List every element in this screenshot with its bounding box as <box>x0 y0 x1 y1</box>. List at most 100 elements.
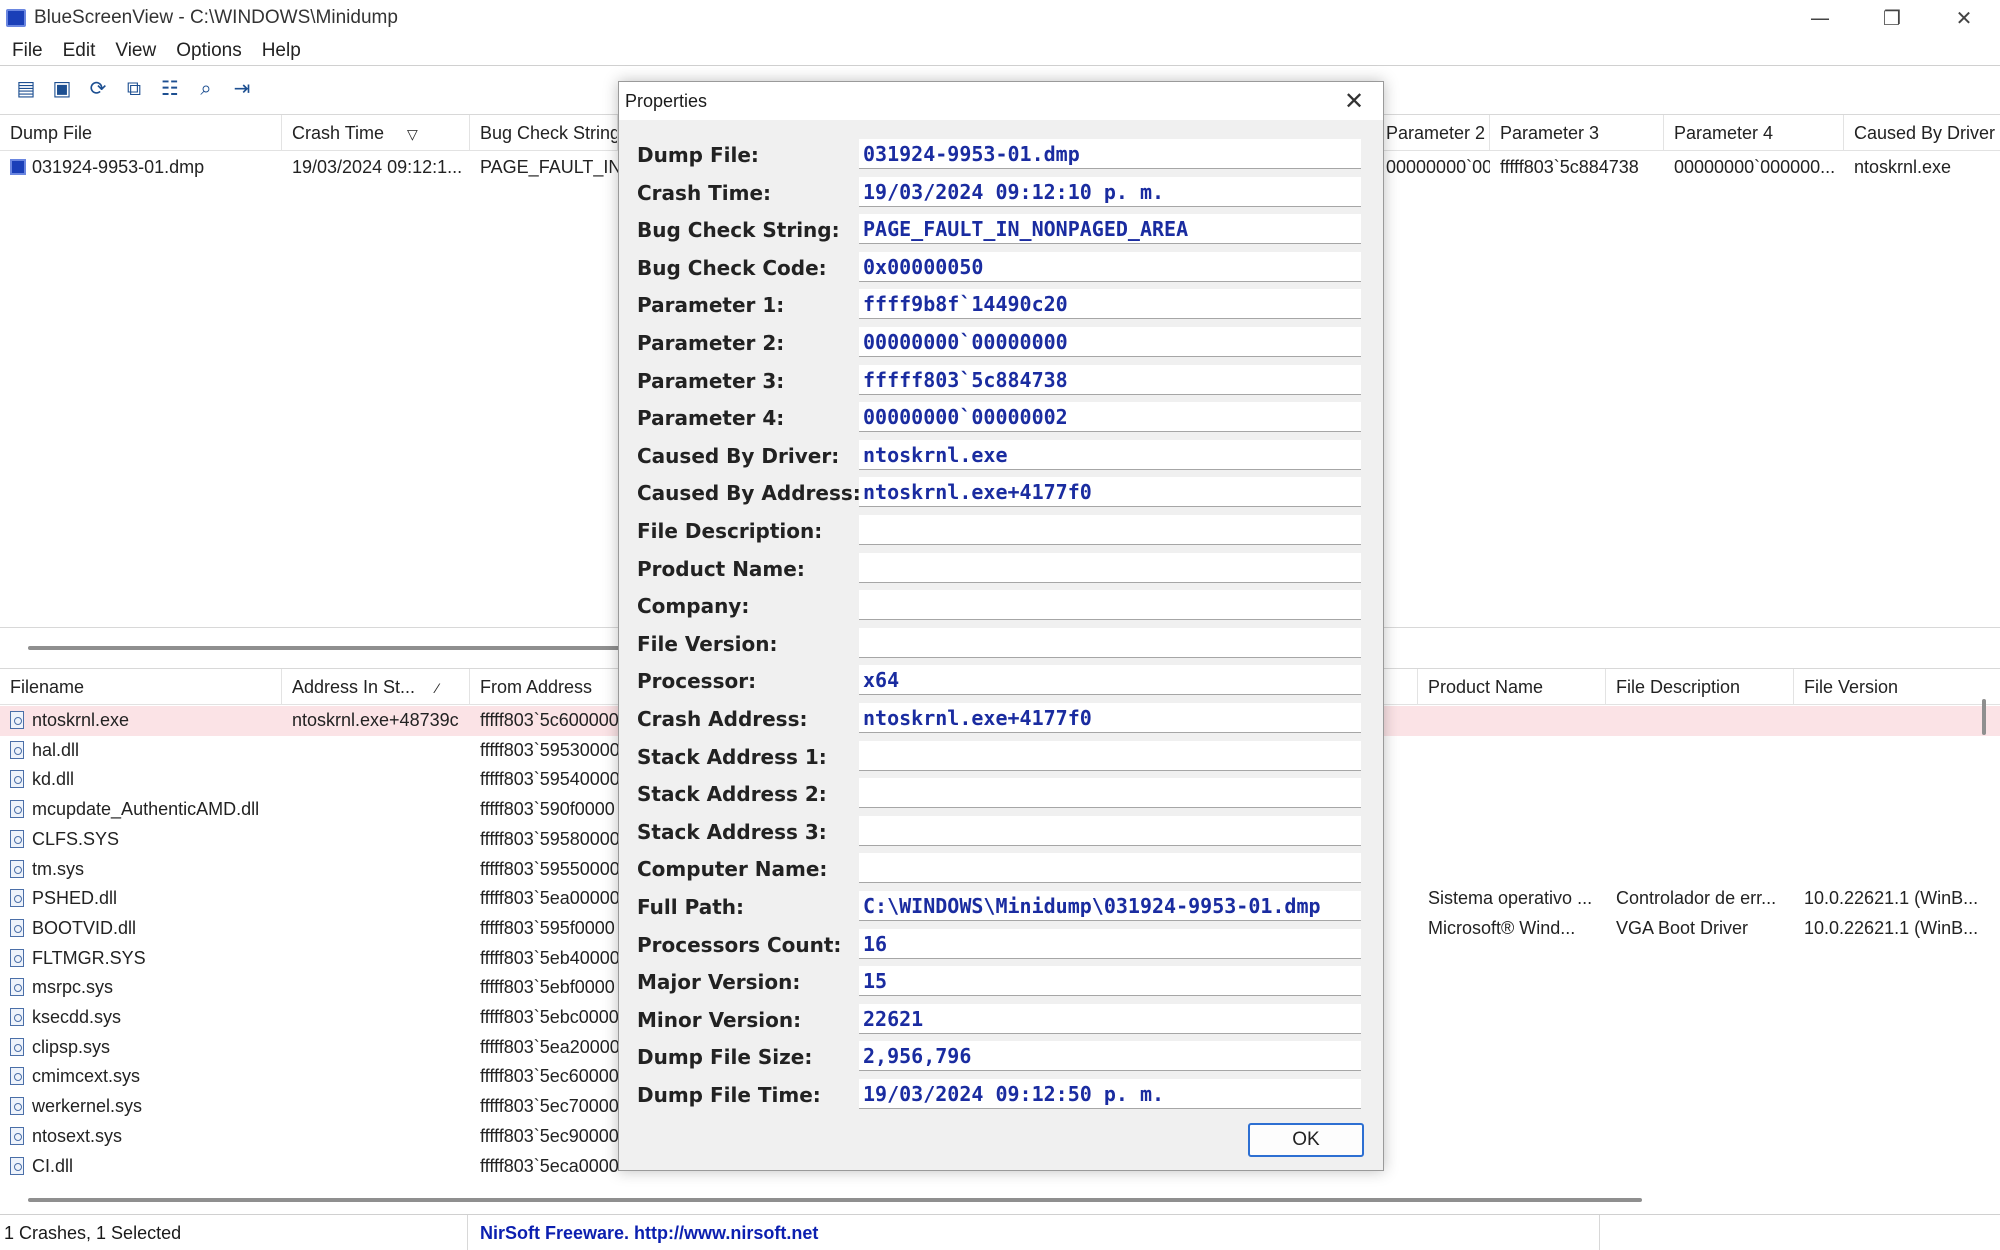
property-value-field[interactable]: 16 <box>859 928 1361 959</box>
module-file-icon <box>10 918 24 937</box>
module-address-in-stack <box>282 1152 470 1182</box>
menu-options[interactable]: Options <box>166 40 251 62</box>
module-product-name: Sistema operativo ... <box>1428 888 1593 909</box>
status-bar: 1 Crashes, 1 Selected NirSoft Freeware. … <box>0 1214 2000 1250</box>
property-value-field[interactable]: 15 <box>859 966 1361 997</box>
property-value-field[interactable]: ffff9b8f`14490c20 <box>859 289 1361 320</box>
col-file-version[interactable]: File Version <box>1794 669 1984 705</box>
col-crash-time[interactable]: Crash Time ▽ <box>282 115 470 151</box>
property-label: Company: <box>637 594 750 619</box>
properties-icon[interactable]: ☷ <box>156 74 184 102</box>
property-value-field[interactable]: 0x00000050 <box>859 251 1361 282</box>
property-value-field[interactable]: PAGE_FAULT_IN_NONPAGED_AREA <box>859 214 1361 245</box>
property-value-field[interactable]: fffff803`5c884738 <box>859 364 1361 395</box>
menu-view[interactable]: View <box>105 40 166 62</box>
property-label: Parameter 1: <box>637 293 785 318</box>
col-bug-check-string[interactable]: Bug Check String <box>470 115 618 151</box>
module-product-name: Microsoft® Wind... <box>1428 917 1576 938</box>
module-file-icon <box>10 1037 24 1056</box>
property-value-field[interactable]: 19/03/2024 09:12:10 p. m. <box>859 176 1361 207</box>
title-bar: BlueScreenView - C:\WINDOWS\Minidump — ❐… <box>0 0 2000 36</box>
property-value-field[interactable]: x64 <box>859 665 1361 696</box>
col-file-description[interactable]: File Description <box>1606 669 1794 705</box>
sort-asc-icon: ⁄ <box>436 680 439 696</box>
module-file-icon <box>10 1097 24 1116</box>
html-report-icon[interactable]: ▤ <box>12 74 40 102</box>
property-label: Parameter 4: <box>637 406 785 431</box>
property-value-field[interactable]: 22621 <box>859 1003 1361 1034</box>
col-address-in-stack[interactable]: Address In St... ⁄ <box>282 669 470 705</box>
ok-button[interactable]: OK <box>1248 1123 1364 1157</box>
module-address-in-stack <box>282 736 470 766</box>
col-parameter-4[interactable]: Parameter 4 <box>1664 115 1844 151</box>
property-value-field[interactable]: ntoskrnl.exe <box>859 439 1361 470</box>
menu-help[interactable]: Help <box>252 40 311 62</box>
minimize-icon[interactable]: — <box>1784 0 1856 36</box>
property-value-field[interactable] <box>859 740 1361 771</box>
col-parameter-3[interactable]: Parameter 3 <box>1490 115 1664 151</box>
property-value-field[interactable]: C:\WINDOWS\Minidump\031924-9953-01.dmp <box>859 891 1361 921</box>
window-controls: — ❐ ✕ <box>1784 0 2000 36</box>
property-value-field[interactable]: 031924-9953-01.dmp <box>859 139 1361 169</box>
module-filename-label: ksecdd.sys <box>32 1007 122 1027</box>
property-label: Dump File Size: <box>637 1045 813 1070</box>
property-label: Stack Address 3: <box>637 819 827 844</box>
property-value-field[interactable]: ntoskrnl.exe+4177f0 <box>859 477 1361 508</box>
property-value-field[interactable] <box>859 778 1361 809</box>
status-empty <box>1600 1215 2000 1250</box>
dialog-close-icon[interactable]: ✕ <box>1339 86 1369 116</box>
property-value-field[interactable] <box>859 515 1361 545</box>
property-value-field[interactable] <box>859 853 1361 884</box>
property-value-field[interactable] <box>859 627 1361 658</box>
close-window-icon[interactable]: ✕ <box>1928 0 2000 36</box>
menu-edit[interactable]: Edit <box>53 40 106 62</box>
module-file-version <box>1794 1033 1984 1063</box>
exit-icon[interactable]: ⇥ <box>228 74 256 102</box>
lower-horizontal-scrollbar[interactable] <box>28 1198 1642 1202</box>
property-label: Stack Address 2: <box>637 782 827 807</box>
module-file-description <box>1606 855 1794 885</box>
nirsoft-link[interactable]: NirSoft Freeware. http://www.nirsoft.net <box>468 1214 1600 1250</box>
module-filename-label: FLTMGR.SYS <box>32 947 146 968</box>
property-label: Caused By Address: <box>637 481 861 506</box>
property-value-field[interactable]: 19/03/2024 09:12:50 p. m. <box>859 1079 1361 1109</box>
col-product-name[interactable]: Product Name <box>1418 669 1606 705</box>
module-address-in-stack <box>282 1062 470 1092</box>
maximize-icon[interactable]: ❐ <box>1856 0 1928 36</box>
col-filename[interactable]: Filename <box>0 669 282 705</box>
find-icon[interactable]: ⌕ <box>192 74 220 102</box>
module-product-name <box>1418 706 1606 736</box>
module-filename: PSHED.dll <box>0 884 282 914</box>
menu-file[interactable]: File <box>2 40 53 62</box>
lower-vertical-scrollbar[interactable] <box>1982 699 1986 735</box>
property-value-field[interactable]: 2,956,796 <box>859 1041 1361 1072</box>
save-icon[interactable]: ▣ <box>48 74 76 102</box>
property-value-field[interactable]: ntoskrnl.exe+4177f0 <box>859 703 1361 733</box>
module-file-description <box>1606 1003 1794 1033</box>
module-address-in-stack <box>282 944 470 974</box>
col-caused-by-driver[interactable]: Caused By Driver <box>1844 115 2000 151</box>
property-value-field[interactable] <box>859 552 1361 583</box>
module-file-icon <box>10 1156 24 1175</box>
module-file-description: VGA Boot Driver <box>1616 917 1749 938</box>
module-filename-label: CLFS.SYS <box>32 828 120 849</box>
module-file-icon <box>10 948 24 967</box>
property-label: Crash Time: <box>637 180 772 205</box>
module-product-name <box>1418 1152 1606 1182</box>
refresh-icon[interactable]: ⟳ <box>84 74 112 102</box>
module-filename: ksecdd.sys <box>0 1003 282 1033</box>
col-dump-file[interactable]: Dump File <box>0 115 282 151</box>
module-file-icon <box>10 1067 24 1086</box>
crash-dump-file-label: 031924-9953-01.dmp <box>32 157 205 177</box>
crash-param4-cell: 00000000`000000... <box>1674 157 1836 177</box>
module-address-in-stack <box>282 1033 470 1063</box>
copy-icon[interactable]: ⧉ <box>120 74 148 102</box>
property-value-field[interactable]: 00000000`00000000 <box>859 327 1361 357</box>
module-address-in-stack <box>282 973 470 1003</box>
module-product-name <box>1418 795 1606 825</box>
property-value-field[interactable] <box>859 590 1361 621</box>
module-filename: CI.dll <box>0 1152 282 1182</box>
property-value-field[interactable]: 00000000`00000002 <box>859 402 1361 433</box>
property-value-field[interactable] <box>859 815 1361 846</box>
module-product-name <box>1418 1033 1606 1063</box>
